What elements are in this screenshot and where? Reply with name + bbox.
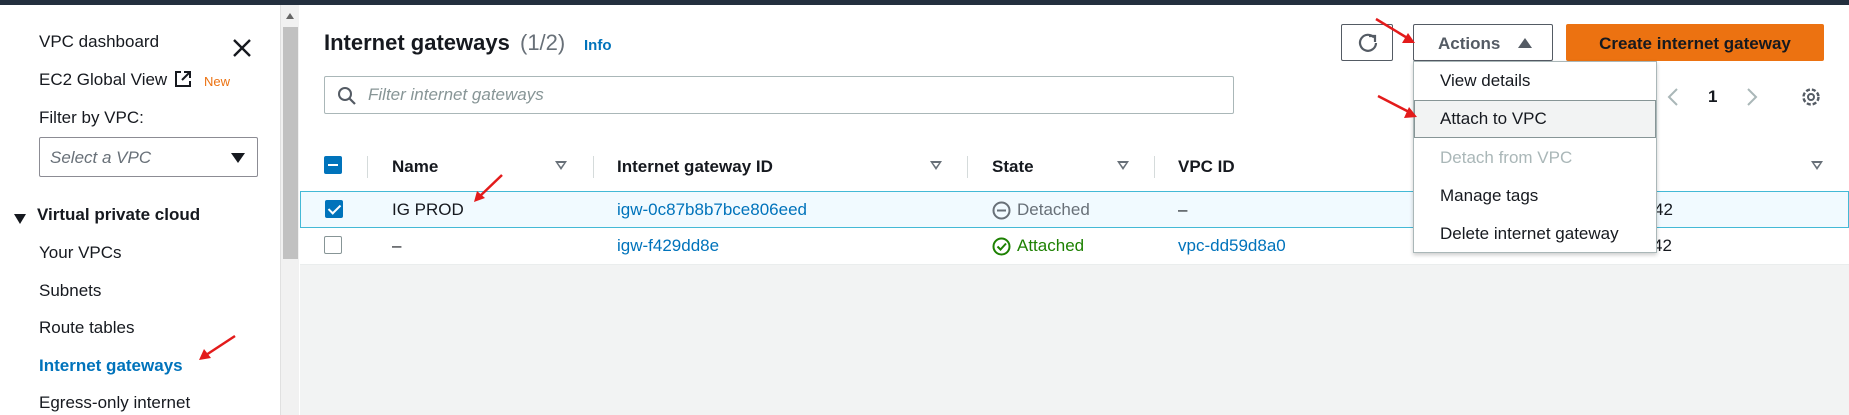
- filter-box: [324, 76, 1234, 114]
- menu-item-label: Delete internet gateway: [1440, 224, 1619, 243]
- cell-state: Attached: [1017, 236, 1085, 255]
- caret-up-icon: [1518, 38, 1532, 48]
- scroll-thumb[interactable]: [283, 27, 298, 259]
- sidebar-item-internet-gateways[interactable]: Internet gateways: [39, 356, 183, 376]
- vpc-select-placeholder: Select a VPC: [50, 148, 152, 167]
- sidebar-item-your-vpcs[interactable]: Your VPCs: [39, 243, 122, 263]
- actions-button-label: Actions: [1438, 34, 1501, 53]
- cell-vpc-id-link[interactable]: vpc-dd59d8a0: [1178, 236, 1286, 256]
- new-badge: New: [204, 74, 231, 89]
- filter-input[interactable]: [368, 77, 1228, 113]
- section-virtual-private-cloud[interactable]: Virtual private cloud: [37, 205, 200, 225]
- menu-item-label: Attach to VPC: [1440, 109, 1547, 128]
- row-checkbox[interactable]: [325, 200, 343, 218]
- menu-item-label: Manage tags: [1440, 186, 1539, 205]
- cell-state: Detached: [1017, 200, 1090, 219]
- column-header-gateway-id[interactable]: Internet gateway ID: [617, 157, 773, 177]
- create-button-label: Create internet gateway: [1599, 34, 1791, 53]
- column-header-vpc-id[interactable]: VPC ID: [1178, 157, 1235, 177]
- sidebar: VPC dashboard EC2 Global View New Filter…: [0, 5, 280, 415]
- create-internet-gateway-button[interactable]: Create internet gateway: [1566, 24, 1824, 61]
- selection-count: (1/2): [520, 30, 566, 55]
- current-page-number[interactable]: 1: [1708, 87, 1717, 107]
- sort-icon[interactable]: [1811, 161, 1823, 170]
- info-link[interactable]: Info: [584, 37, 612, 54]
- menu-item-label: View details: [1440, 71, 1531, 90]
- cell-gateway-id-link[interactable]: igw-f429dd8e: [617, 236, 719, 256]
- column-header-name[interactable]: Name: [392, 157, 438, 177]
- cell-gateway-id-link[interactable]: igw-0c87b8b7bce806eed: [617, 200, 807, 220]
- cell-name: IG PROD: [392, 200, 464, 219]
- sidebar-item-route-tables[interactable]: Route tables: [39, 318, 134, 338]
- sort-icon[interactable]: [555, 161, 567, 170]
- page-title: Internet gateways: [324, 30, 510, 55]
- previous-page-icon[interactable]: [1666, 87, 1680, 107]
- refresh-icon: [1358, 33, 1378, 52]
- filter-by-vpc-label: Filter by VPC:: [39, 108, 144, 127]
- sidebar-item-subnets[interactable]: Subnets: [39, 281, 101, 301]
- next-page-icon[interactable]: [1745, 87, 1759, 107]
- menu-item-attach-to-vpc[interactable]: Attach to VPC: [1414, 100, 1656, 138]
- menu-item-manage-tags[interactable]: Manage tags: [1414, 177, 1656, 215]
- gear-icon[interactable]: [1799, 85, 1823, 109]
- close-icon[interactable]: [230, 36, 254, 60]
- refresh-button[interactable]: [1341, 24, 1393, 61]
- menu-item-label: Detach from VPC: [1440, 148, 1573, 167]
- menu-item-detach-from-vpc: Detach from VPC: [1414, 139, 1656, 177]
- sidebar-vpc-dashboard[interactable]: VPC dashboard: [39, 32, 159, 52]
- row-checkbox[interactable]: [324, 236, 342, 254]
- sidebar-ec2-global-view[interactable]: EC2 Global View: [39, 70, 167, 90]
- caret-down-icon: [231, 153, 245, 163]
- search-icon: [338, 87, 356, 105]
- detached-status-icon: [992, 201, 1011, 220]
- section-expand-caret-icon[interactable]: [14, 214, 26, 224]
- menu-item-delete-internet-gateway[interactable]: Delete internet gateway: [1414, 215, 1656, 253]
- sidebar-scrollbar[interactable]: [280, 5, 299, 415]
- column-header-state[interactable]: State: [992, 157, 1034, 177]
- actions-dropdown-menu: View details Attach to VPC Detach from V…: [1413, 61, 1657, 253]
- attached-status-icon: [992, 237, 1011, 256]
- menu-item-view-details[interactable]: View details: [1414, 62, 1656, 100]
- cell-name: –: [392, 236, 402, 255]
- sort-icon[interactable]: [930, 161, 942, 170]
- select-all-checkbox[interactable]: [324, 156, 342, 174]
- cell-vpc-id: –: [1178, 200, 1188, 219]
- scroll-up-arrow-icon[interactable]: [286, 13, 294, 19]
- external-link-icon: [175, 71, 191, 87]
- actions-button[interactable]: Actions: [1413, 24, 1553, 61]
- vpc-select[interactable]: Select a VPC: [39, 137, 258, 177]
- sort-icon[interactable]: [1117, 161, 1129, 170]
- sidebar-item-egress-only[interactable]: Egress-only internet: [39, 393, 190, 413]
